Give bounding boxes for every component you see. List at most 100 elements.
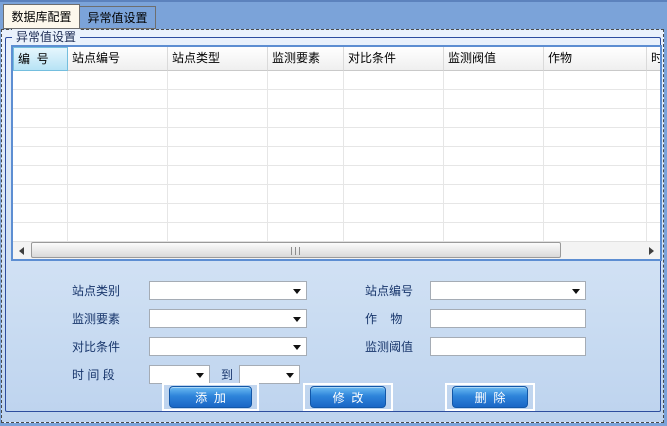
table-cell xyxy=(68,166,168,185)
table-cell xyxy=(168,166,268,185)
table-cell xyxy=(344,185,444,204)
table-row[interactable] xyxy=(13,223,660,242)
label-station-category: 站点类别 xyxy=(72,282,120,301)
grid-header-station-id[interactable]: 站点编号 xyxy=(68,47,168,71)
table-cell xyxy=(344,71,444,90)
add-button[interactable]: 添 加 xyxy=(169,386,252,408)
grid-header-station-type[interactable]: 站点类型 xyxy=(168,47,268,71)
monitor-element-select[interactable] xyxy=(149,309,307,328)
table-row[interactable] xyxy=(13,185,660,204)
table-cell xyxy=(168,185,268,204)
table-cell xyxy=(344,147,444,166)
app-window: { "tabs": [ { "label": "数据库配置", "active"… xyxy=(0,0,667,426)
label-crop: 作 物 xyxy=(365,310,402,329)
table-row[interactable] xyxy=(13,90,660,109)
table-cell xyxy=(13,223,68,242)
table-row[interactable] xyxy=(13,204,660,223)
table-cell xyxy=(268,90,344,109)
table-cell xyxy=(68,204,168,223)
table-cell xyxy=(268,204,344,223)
table-cell xyxy=(444,223,544,242)
table-cell xyxy=(168,90,268,109)
table-cell xyxy=(68,128,168,147)
label-station-id: 站点编号 xyxy=(365,282,413,301)
table-cell xyxy=(344,223,444,242)
table-cell xyxy=(344,90,444,109)
grid-header-monitor-element[interactable]: 监测要素 xyxy=(268,47,344,71)
chevron-down-icon xyxy=(572,289,580,294)
scrollbar-thumb[interactable] xyxy=(31,242,561,258)
table-cell xyxy=(647,147,660,166)
tab-abnormal-value-settings[interactable]: 异常值设置 xyxy=(79,6,156,29)
table-row[interactable] xyxy=(13,166,660,185)
chevron-down-icon xyxy=(293,289,301,294)
table-cell xyxy=(544,185,647,204)
groupbox-title: 异常值设置 xyxy=(12,29,80,45)
table-cell xyxy=(168,128,268,147)
table-cell xyxy=(647,204,660,223)
chevron-down-icon xyxy=(286,373,294,378)
table-row[interactable] xyxy=(13,147,660,166)
table-row[interactable] xyxy=(13,71,660,90)
grid-horizontal-scrollbar[interactable] xyxy=(13,241,660,259)
table-cell xyxy=(13,90,68,109)
table-cell xyxy=(13,185,68,204)
table-cell xyxy=(544,90,647,109)
table-row[interactable] xyxy=(13,109,660,128)
content-panel: 异常值设置 编 号 站点编号 站点类型 监测要素 对比条件 监测阀值 作物 时间… xyxy=(1,29,664,423)
modify-button[interactable]: 修 改 xyxy=(310,386,386,408)
chevron-down-icon xyxy=(196,373,204,378)
table-cell xyxy=(68,223,168,242)
station-id-select[interactable] xyxy=(430,281,586,300)
table-cell xyxy=(444,185,544,204)
table-cell xyxy=(544,223,647,242)
table-cell xyxy=(68,185,168,204)
table-cell xyxy=(647,166,660,185)
tab-database-config[interactable]: 数据库配置 xyxy=(3,4,80,29)
table-cell xyxy=(268,223,344,242)
table-cell xyxy=(13,147,68,166)
chevron-down-icon xyxy=(293,317,301,322)
grid-body[interactable] xyxy=(13,71,660,242)
time-from-select[interactable] xyxy=(149,365,210,384)
time-to-select[interactable] xyxy=(239,365,300,384)
table-cell xyxy=(68,147,168,166)
table-cell xyxy=(544,147,647,166)
table-cell xyxy=(68,90,168,109)
scroll-right-button[interactable] xyxy=(643,242,660,259)
table-cell xyxy=(268,109,344,128)
modify-button-frame: 修 改 xyxy=(303,383,393,411)
grid-header-time-period[interactable]: 时间段 xyxy=(647,47,660,71)
table-cell xyxy=(268,128,344,147)
delete-button[interactable]: 删 除 xyxy=(452,386,528,408)
scrollbar-grip-icon xyxy=(291,247,300,255)
abnormal-value-grid[interactable]: 编 号 站点编号 站点类型 监测要素 对比条件 监测阀值 作物 时间段 xyxy=(11,45,662,261)
table-cell xyxy=(168,147,268,166)
scroll-left-arrow-icon xyxy=(19,247,24,255)
table-cell xyxy=(168,223,268,242)
monitor-threshold-input[interactable] xyxy=(430,337,586,356)
label-monitor-element: 监测要素 xyxy=(72,310,120,329)
delete-button-frame: 删 除 xyxy=(445,383,535,411)
station-category-select[interactable] xyxy=(149,281,307,300)
scroll-right-arrow-icon xyxy=(649,247,654,255)
grid-header-crop[interactable]: 作物 xyxy=(544,47,647,71)
table-cell xyxy=(647,90,660,109)
table-cell xyxy=(647,128,660,147)
table-row[interactable] xyxy=(13,128,660,147)
table-cell xyxy=(444,128,544,147)
grid-header-compare-condition[interactable]: 对比条件 xyxy=(344,47,444,71)
table-cell xyxy=(647,223,660,242)
scroll-left-button[interactable] xyxy=(13,242,30,259)
compare-condition-select[interactable] xyxy=(149,337,307,356)
label-monitor-threshold: 监测阈值 xyxy=(365,338,413,357)
table-cell xyxy=(13,71,68,90)
grid-header-monitor-threshold[interactable]: 监测阀值 xyxy=(444,47,544,71)
table-cell xyxy=(68,109,168,128)
table-cell xyxy=(444,204,544,223)
table-cell xyxy=(344,204,444,223)
crop-input[interactable] xyxy=(430,309,586,328)
abnormal-value-groupbox: 异常值设置 编 号 站点编号 站点类型 监测要素 对比条件 监测阀值 作物 时间… xyxy=(5,37,661,412)
grid-header-id[interactable]: 编 号 xyxy=(13,47,68,71)
table-cell xyxy=(13,166,68,185)
